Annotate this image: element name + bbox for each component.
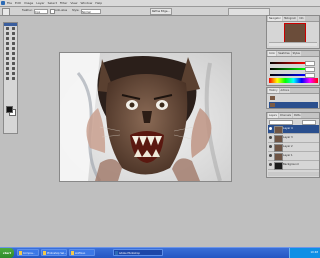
tab-info[interactable]: Info (298, 16, 305, 21)
layer-name: Background (283, 163, 299, 166)
photoshop-icon (115, 251, 118, 255)
app-icon (19, 251, 22, 255)
style-select[interactable]: Normal (81, 9, 101, 14)
history-tabs: History Actions (267, 88, 319, 94)
tab-paths[interactable]: Paths (292, 113, 302, 118)
color-panel: Color Swatches Styles (266, 50, 320, 86)
eye-icon[interactable] (269, 163, 272, 166)
menu-window[interactable]: Window (80, 0, 92, 6)
color-tabs: Color Swatches Styles (267, 51, 319, 57)
eye-icon[interactable] (269, 127, 272, 130)
history-panel: History Actions (266, 87, 320, 109)
layer-thumbnail (274, 135, 283, 143)
layer-thumbnail (274, 144, 283, 152)
menu-file[interactable]: File (7, 0, 12, 6)
zoom-tool-icon[interactable] (10, 76, 16, 81)
red-slider[interactable] (270, 62, 306, 64)
menu-filter[interactable]: Filter (60, 0, 67, 6)
document-canvas[interactable] (59, 52, 232, 182)
layer-thumbnail (274, 153, 283, 161)
tab-color[interactable]: Color (268, 51, 277, 56)
layer-row[interactable]: Background (268, 161, 319, 170)
layer-row[interactable]: Layer 2 (268, 143, 319, 152)
feather-input[interactable]: 0 px (34, 9, 48, 14)
tab-layers[interactable]: Layers (268, 113, 278, 118)
app-icon (43, 251, 46, 255)
layer-name: Layer 3 (283, 136, 293, 139)
menu-select[interactable]: Select (48, 0, 57, 6)
blue-slider[interactable] (270, 74, 306, 76)
menu-image[interactable]: Image (24, 0, 33, 6)
feather-label: Feather: (22, 9, 33, 12)
layer-row[interactable]: Layer 4 (268, 125, 319, 134)
layer-thumbnail (274, 126, 283, 134)
menu-list: File Edit Image Layer Select Filter View… (7, 0, 102, 6)
style-label: Style: (72, 9, 80, 12)
marquee-tool-preset-icon[interactable] (2, 8, 10, 16)
palette-well[interactable] (228, 8, 270, 16)
anti-alias-label: Anti-alias (55, 9, 68, 12)
menu-layer[interactable]: Layer (36, 0, 44, 6)
tab-styles[interactable]: Styles (291, 51, 301, 56)
tool-grid (4, 26, 17, 81)
taskbar-button[interactable]: wolfman (69, 249, 95, 256)
history-item[interactable] (269, 95, 318, 101)
layer-thumbnail (274, 162, 283, 170)
tab-channels[interactable]: Channels (278, 113, 292, 118)
taskbar-button-photoshop[interactable]: Adobe Photoshop (113, 249, 163, 256)
history-snapshot-icon (270, 96, 275, 100)
refine-edge-button[interactable]: Refine Edge... (150, 8, 172, 15)
taskbar-button[interactable]: Photoshop Sel... (41, 249, 67, 256)
toolbox (3, 22, 18, 134)
eye-icon[interactable] (269, 145, 272, 148)
menu-bar: File Edit Image Layer Select Filter View… (0, 0, 320, 7)
windows-taskbar: start Compos... Photoshop Sel... wolfman… (0, 247, 320, 258)
menu-help[interactable]: Help (95, 0, 102, 6)
layer-name: Layer 4 (283, 127, 293, 130)
layer-name: Layer 1 (283, 154, 293, 157)
layer-row[interactable]: Layer 1 (268, 152, 319, 161)
zoom-slider[interactable] (269, 42, 317, 46)
tab-histogram[interactable]: Histogram (282, 16, 298, 21)
wolfman-artwork (60, 53, 231, 181)
history-snapshot-icon (270, 103, 275, 107)
layers-footer (268, 172, 319, 176)
eye-icon[interactable] (269, 154, 272, 157)
folder-icon (71, 251, 74, 255)
history-item[interactable] (269, 102, 318, 108)
red-value-field[interactable] (305, 61, 315, 66)
photoshop-logo-icon (1, 1, 5, 5)
tab-swatches[interactable]: Swatches (277, 51, 291, 56)
tab-actions[interactable]: Actions (279, 88, 291, 93)
navigator-thumbnail[interactable] (284, 23, 306, 43)
photoshop-app: File Edit Image Layer Select Filter View… (0, 0, 320, 258)
tab-navigator[interactable]: Navigator (268, 16, 282, 21)
green-slider[interactable] (270, 68, 306, 70)
green-value-field[interactable] (305, 67, 315, 72)
taskbar-button[interactable]: Compos... (17, 249, 39, 256)
layer-name: Layer 2 (283, 145, 293, 148)
layers-tabs: Layers Channels Paths (267, 113, 319, 119)
navigator-panel: Navigator Histogram Info (266, 15, 320, 49)
foreground-color-swatch[interactable] (6, 106, 13, 113)
eye-icon[interactable] (269, 136, 272, 139)
layer-row[interactable]: Layer 3 (268, 134, 319, 143)
menu-view[interactable]: View (70, 0, 77, 6)
menu-edit[interactable]: Edit (15, 0, 21, 6)
tab-history[interactable]: History (268, 88, 279, 93)
layers-panel: Layers Channels Paths Layer 4 Layer 3 La… (266, 112, 320, 178)
color-spectrum-bar[interactable] (269, 78, 318, 83)
navigator-tabs: Navigator Histogram Info (267, 16, 319, 22)
